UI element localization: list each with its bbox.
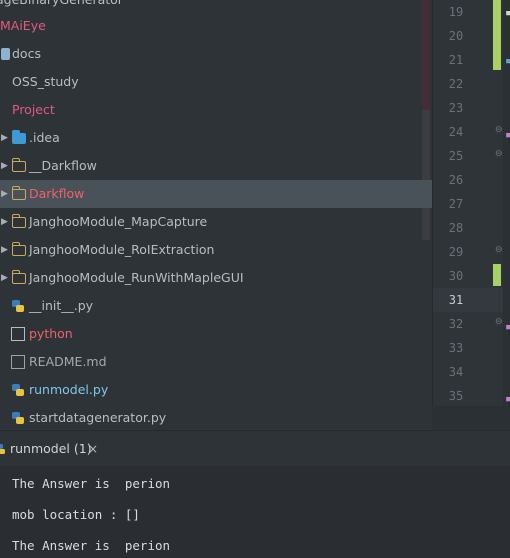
tree-item-oss-study[interactable]: OSS_study (0, 68, 432, 96)
tree-item-docs[interactable]: docs (0, 40, 432, 68)
console-line: The Answer is perion (12, 538, 171, 553)
editor-gutter: 19 20 21 22 23 24 25 26 27 28 29 30 31 3… (432, 0, 510, 406)
fold-icon[interactable]: ⊖ (495, 317, 503, 327)
folder-icon (11, 214, 26, 228)
line-number: 21 (448, 53, 464, 67)
console-line: mob location : [] (12, 507, 140, 522)
chevron-right-icon[interactable]: ▶ (1, 208, 11, 236)
tree-item-startdatagenerator[interactable]: startdatagenerator.py (0, 404, 432, 430)
line-number: 34 (448, 365, 464, 379)
code-glyph: ▪ (505, 6, 510, 19)
line-number: 19 (448, 5, 464, 19)
tree-item-readme[interactable]: README.md (0, 348, 432, 376)
tree-item-label: JanghooModule_MapCapture (29, 214, 208, 229)
tab-label: runmodel (1) (10, 441, 92, 456)
tree-item-label: JanghooModule_RunWithMapleGUI (29, 270, 244, 285)
project-tree: ageBinaryGenerator MAiEye docs OSS_study… (0, 0, 432, 430)
tree-item-runmodel[interactable]: runmodel.py (0, 376, 432, 404)
file-icon (11, 355, 25, 369)
tree-item-label: Darkflow (29, 186, 85, 201)
book-icon (11, 327, 25, 341)
tree-item-label: __Darkflow (29, 158, 97, 173)
console-line: The Answer is perion (12, 476, 171, 491)
tree-item-label: docs (12, 46, 41, 61)
fold-icon[interactable]: ⊖ (495, 125, 503, 135)
tree-item-roiextraction[interactable]: ▶ JanghooModule_RoIExtraction (0, 236, 432, 264)
tree-item-label: JanghooModule_RoIExtraction (29, 242, 215, 257)
python-icon (12, 300, 24, 312)
code-glyph: ▪ (505, 128, 510, 141)
change-marker (493, 264, 501, 286)
line-number: 22 (448, 77, 464, 91)
line-number: 26 (448, 173, 464, 187)
code-glyph: ▪ (505, 392, 510, 405)
tree-item-label: python (29, 326, 73, 341)
tree-item-label: __init__.py (29, 298, 94, 313)
folder-icon (11, 270, 26, 284)
tab-runmodel[interactable]: runmodel (1) × (0, 431, 112, 467)
python-icon (12, 384, 24, 396)
chevron-right-icon[interactable]: ▶ (1, 236, 11, 264)
line-number: 29 (448, 245, 464, 259)
line-number: 20 (448, 29, 464, 43)
tree-item-maieye[interactable]: MAiEye (0, 12, 432, 40)
change-marker (493, 0, 501, 70)
close-icon[interactable]: × (88, 431, 98, 467)
folder-icon (11, 186, 26, 200)
line-number-current: 31 (448, 293, 464, 307)
chevron-right-icon[interactable]: ▶ (1, 152, 11, 180)
line-number: 25 (448, 149, 464, 163)
python-icon (12, 412, 24, 424)
tree-item-label: OSS_study (12, 74, 79, 89)
tree-item-underscore-darkflow[interactable]: ▶ __Darkflow (0, 152, 432, 180)
line-number: 28 (448, 221, 464, 235)
tree-item-runwithmaplegui[interactable]: ▶ JanghooModule_RunWithMapleGUI (0, 264, 432, 292)
python-icon (0, 444, 5, 454)
fold-icon[interactable]: ⊖ (495, 149, 503, 159)
tree-item-label: runmodel.py (29, 382, 109, 397)
chevron-right-icon[interactable]: ▶ (1, 264, 11, 292)
tree-item-label: startdatagenerator.py (29, 410, 167, 425)
code-glyph: ▪ (505, 320, 510, 333)
line-number: 35 (448, 389, 464, 403)
folder-blue-icon (11, 130, 26, 144)
tree-item-label: Project (12, 102, 55, 117)
chevron-right-icon[interactable]: ▶ (1, 124, 11, 152)
tree-item-project[interactable]: Project (0, 96, 432, 124)
doc-icon (1, 48, 10, 60)
run-tab-bar: runmodel (1) × (0, 430, 510, 467)
tree-item-mapcapture[interactable]: ▶ JanghooModule_MapCapture (0, 208, 432, 236)
line-number: 32 (448, 317, 464, 331)
line-number: 33 (448, 341, 464, 355)
line-number: 30 (448, 269, 464, 283)
console-output[interactable]: The Answer is perion mob location : [] T… (0, 466, 510, 558)
fold-icon[interactable]: ⊖ (495, 245, 503, 255)
tree-item-python[interactable]: python (0, 320, 432, 348)
line-number: 23 (448, 101, 464, 115)
tree-item-idea[interactable]: ▶ .idea (0, 124, 432, 152)
tree-item-darkflow[interactable]: ▶ Darkflow (0, 180, 432, 208)
code-glyph: ▪ (505, 54, 510, 67)
tree-item-label: README.md (29, 354, 107, 369)
folder-icon (11, 242, 26, 256)
folder-icon (11, 158, 26, 172)
tree-item-label: .idea (29, 130, 60, 145)
tree-item-init-py[interactable]: __init__.py (0, 292, 432, 320)
tree-item-label: MAiEye (0, 18, 46, 33)
line-number: 27 (448, 197, 464, 211)
line-number: 24 (448, 125, 464, 139)
chevron-right-icon[interactable]: ▶ (1, 180, 11, 208)
